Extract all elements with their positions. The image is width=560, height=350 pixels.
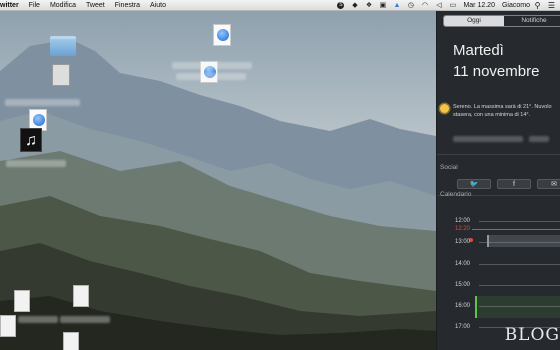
section-divider [437,154,560,155]
twitter-status-icon[interactable]: ▲ [393,2,400,9]
volume-icon[interactable]: ◁ [435,2,442,9]
menu-user[interactable]: Giacomo [502,2,530,9]
twitter-icon: 🐦 [469,181,479,188]
document-icon[interactable] [14,290,30,312]
document-icon[interactable] [73,285,89,307]
messages-icon: ✉ [551,181,557,188]
calendar-current-time-label: 12:20 [455,226,471,232]
notification-center-panel: Oggi Notifiche Martedì 11 novembre Seren… [436,11,560,350]
weather-forecast: Sereno. La massima sarà di 21°. Nuvolo s… [453,104,552,118]
calendar-event[interactable] [487,235,560,247]
calendar-time-label: 15:00 [455,282,471,288]
menu-aiuto[interactable]: Aiuto [150,2,166,9]
calendar-time-label: 12:00 [455,218,471,224]
document-icon[interactable] [0,315,16,337]
notification-center-icon[interactable]: ☰ [547,1,556,10]
file-label-blurred [5,99,80,106]
wifi-icon[interactable]: ◠ [421,2,428,9]
file-label-blurred [172,62,252,69]
current-time-line [472,229,560,230]
menu-clock[interactable]: Mar 12.20 [463,2,495,9]
time-machine-icon[interactable]: ◷ [407,2,414,9]
calendar-hour-line [479,221,560,222]
menu-tweet[interactable]: Tweet [86,2,105,9]
menu-file[interactable]: File [29,2,40,9]
calendar-hour-line [479,285,560,286]
spotlight-search-icon[interactable]: ⚲ [533,1,542,10]
menu-bar: witter File Modifica Tweet Finestra Aiut… [0,0,560,11]
facebook-icon: f [513,181,515,188]
menu-modifica[interactable]: Modifica [50,2,76,9]
blog-watermark: BLOG [504,325,560,345]
evernote-icon[interactable]: ◆ [351,2,358,9]
today-day: Martedì [453,42,504,59]
calendar-time-label: 13:00 [455,239,471,245]
sun-icon [440,104,449,113]
file-label-blurred [176,73,246,80]
file-label-blurred [6,160,66,167]
twitter-share-button[interactable]: 🐦 [457,179,491,189]
calendar-time-label: 17:00 [455,324,471,330]
calendar-time-label: 16:00 [455,303,471,309]
notification-center-tabs: Oggi Notifiche [443,15,560,27]
file-label-blurred [18,316,58,323]
dropbox-icon[interactable]: ❖ [365,2,372,9]
facebook-share-button[interactable]: f [497,179,531,189]
tab-oggi[interactable]: Oggi [444,16,504,26]
blurred-text [529,136,549,142]
folder-icon[interactable] [50,36,76,56]
today-date: 11 novembre [453,63,540,80]
social-section-header: Social [440,164,458,171]
calendar-event[interactable] [475,296,560,318]
messages-share-button[interactable]: ✉ [537,179,560,189]
music-file-icon[interactable]: ♫ [20,128,42,152]
app-menu: witter File Modifica Tweet Finestra Aiut… [0,2,166,9]
status-area: S ◆ ❖ ▣ ▲ ◷ ◠ ◁ ▭ Mar 12.20 Giacomo [337,0,530,11]
battery-icon[interactable]: ▭ [449,2,457,9]
image-file-icon[interactable] [52,64,70,86]
document-icon[interactable] [63,332,79,350]
menu-app-name[interactable]: witter [0,2,19,9]
quicktime-document-icon[interactable] [213,24,231,46]
skype-icon[interactable]: S [337,2,345,9]
file-label-blurred [60,316,110,323]
calendar-hour-line [479,264,560,265]
calendar-section-header: Calendario [440,191,472,198]
calendar-time-label: 14:00 [455,261,471,267]
blurred-text [453,136,523,142]
menu-finestra[interactable]: Finestra [115,2,140,9]
shield-icon[interactable]: ▣ [379,2,387,9]
tab-notifiche[interactable]: Notifiche [504,16,560,26]
